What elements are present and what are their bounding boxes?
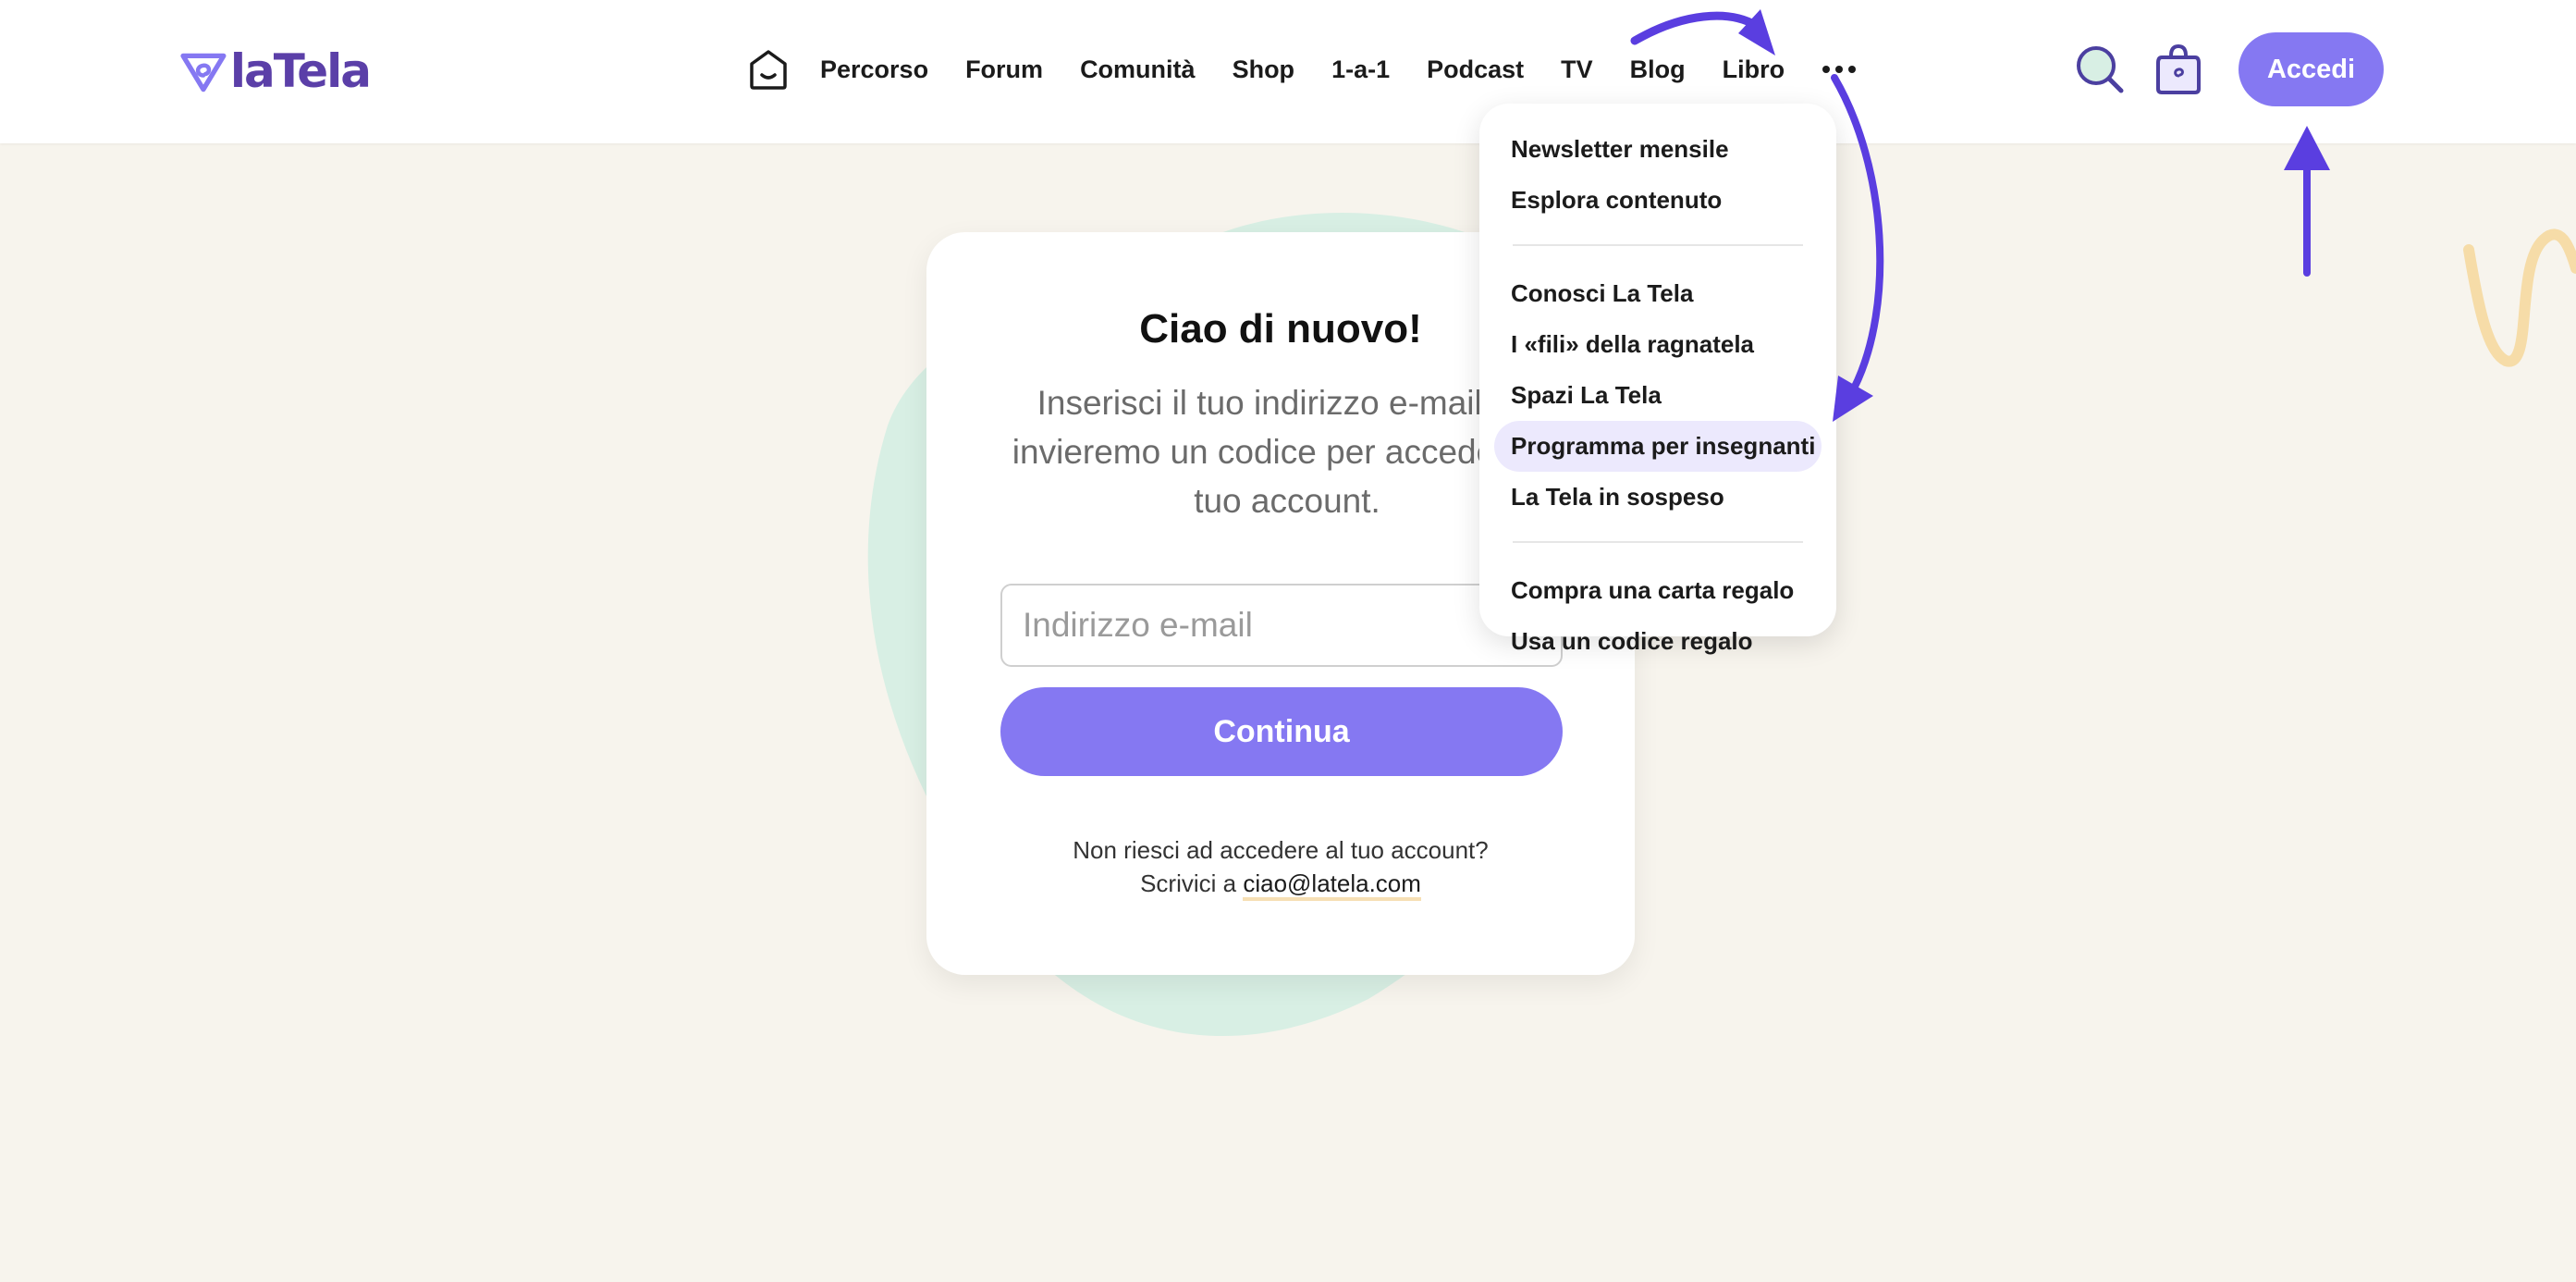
- spiral-logo-icon: [180, 53, 227, 92]
- nav-item-percorso[interactable]: Percorso: [820, 55, 928, 84]
- email-input[interactable]: [1000, 584, 1563, 667]
- nav-item-1-a-1[interactable]: 1-a-1: [1331, 55, 1390, 84]
- decorative-squiggle: [2463, 228, 2576, 367]
- continue-button[interactable]: Continua: [1000, 687, 1563, 776]
- support-email-link[interactable]: ciao@latela.com: [1243, 869, 1421, 901]
- login-button[interactable]: Accedi: [2239, 32, 2384, 106]
- menu-item-usa-codice-regalo[interactable]: Usa un codice regalo: [1494, 616, 1822, 667]
- more-dropdown-menu: Newsletter mensile Esplora contenuto Con…: [1479, 104, 1836, 655]
- menu-item-newsletter[interactable]: Newsletter mensile: [1494, 124, 1822, 175]
- menu-divider: [1513, 244, 1803, 246]
- help-line-2: Scrivici a ciao@latela.com: [926, 867, 1635, 901]
- nav-item-podcast[interactable]: Podcast: [1427, 55, 1524, 84]
- menu-item-spazi-la-tela[interactable]: Spazi La Tela: [1494, 370, 1822, 421]
- help-line-1: Non riesci ad accedere al tuo account?: [1073, 836, 1489, 864]
- more-dots-icon[interactable]: [1818, 60, 1860, 79]
- home-face-icon[interactable]: [744, 45, 792, 93]
- nav-item-comunita[interactable]: Comunità: [1080, 55, 1196, 84]
- menu-divider: [1513, 541, 1803, 543]
- shopping-bag-icon[interactable]: [2154, 43, 2202, 94]
- site-header: laTela Percorso Forum Comunità Shop 1-a-…: [0, 0, 2576, 143]
- arrow-to-login-button: [2284, 126, 2330, 277]
- latela-logo[interactable]: laTela: [180, 41, 372, 102]
- menu-item-la-tela-in-sospeso[interactable]: La Tela in sospeso: [1494, 472, 1822, 523]
- menu-item-conosci-la-tela[interactable]: Conosci La Tela: [1494, 268, 1822, 319]
- help-text: Non riesci ad accedere al tuo account? S…: [926, 833, 1635, 901]
- nav-item-forum[interactable]: Forum: [965, 55, 1043, 84]
- menu-item-esplora-contenuto[interactable]: Esplora contenuto: [1494, 175, 1822, 226]
- nav-item-tv[interactable]: TV: [1561, 55, 1593, 84]
- menu-item-programma-insegnanti[interactable]: Programma per insegnanti: [1494, 421, 1822, 472]
- menu-item-fili-ragnatela[interactable]: I «fili» della ragnatela: [1494, 319, 1822, 370]
- logo-text: laTela: [229, 44, 372, 98]
- search-icon[interactable]: [2075, 44, 2125, 94]
- nav-item-shop[interactable]: Shop: [1233, 55, 1295, 84]
- help-line-2-prefix: Scrivici a: [1140, 869, 1244, 897]
- menu-item-compra-carta-regalo[interactable]: Compra una carta regalo: [1494, 565, 1822, 616]
- nav-item-blog[interactable]: Blog: [1630, 55, 1686, 84]
- nav-item-libro[interactable]: Libro: [1723, 55, 1785, 84]
